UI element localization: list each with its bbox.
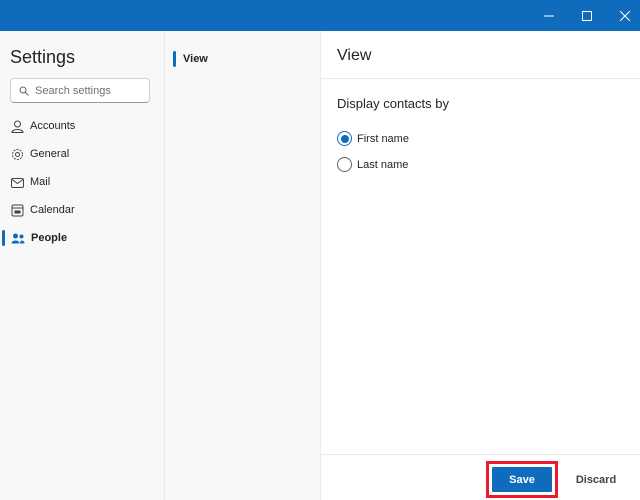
search-input[interactable]: Search settings [10,78,150,103]
section-heading: Display contacts by [337,96,449,111]
radio-last-name[interactable]: Last name [337,157,408,172]
discard-button[interactable]: Discard [570,466,622,493]
gear-icon [12,148,23,160]
subcategory-pane: View [165,31,321,500]
sidebar-item-accounts[interactable]: Accounts [0,114,165,138]
pane-title: View [337,47,372,64]
radio-unselected[interactable] [337,157,352,172]
radio-selected[interactable] [337,131,352,146]
sidebar-item-label: General [30,148,70,160]
selected-indicator [173,51,176,67]
radio-label: Last name [357,158,409,171]
subnav-label: View [183,53,208,65]
calendar-icon [11,204,24,216]
sidebar-item-general[interactable]: General [0,142,165,166]
sidebar-item-label: Accounts [30,120,76,132]
search-placeholder: Search settings [35,84,111,97]
sidebar-item-label: Calendar [30,204,75,216]
settings-title: Settings [10,47,76,67]
radio-first-name[interactable]: First name [337,131,409,146]
radio-label: First name [357,132,409,145]
sidebar-item-people[interactable]: People [0,226,165,250]
subnav-item-view[interactable]: View [173,51,208,67]
sidebar-item-label: Mail [30,176,51,188]
search-icon [19,86,29,96]
title-bar [0,0,640,31]
people-icon [11,233,25,243]
mail-icon [11,177,24,188]
sidebar-item-mail[interactable]: Mail [0,170,165,194]
settings-sidebar: Settings Search settings Accounts Genera… [0,31,165,500]
person-icon [11,120,24,133]
close-button[interactable] [605,0,640,31]
save-button[interactable]: Save [491,466,553,493]
maximize-button[interactable] [567,0,607,31]
minimize-button[interactable] [529,0,569,31]
sidebar-item-calendar[interactable]: Calendar [0,198,165,222]
sidebar-item-label: People [31,232,68,244]
pane-header: View [321,31,640,79]
